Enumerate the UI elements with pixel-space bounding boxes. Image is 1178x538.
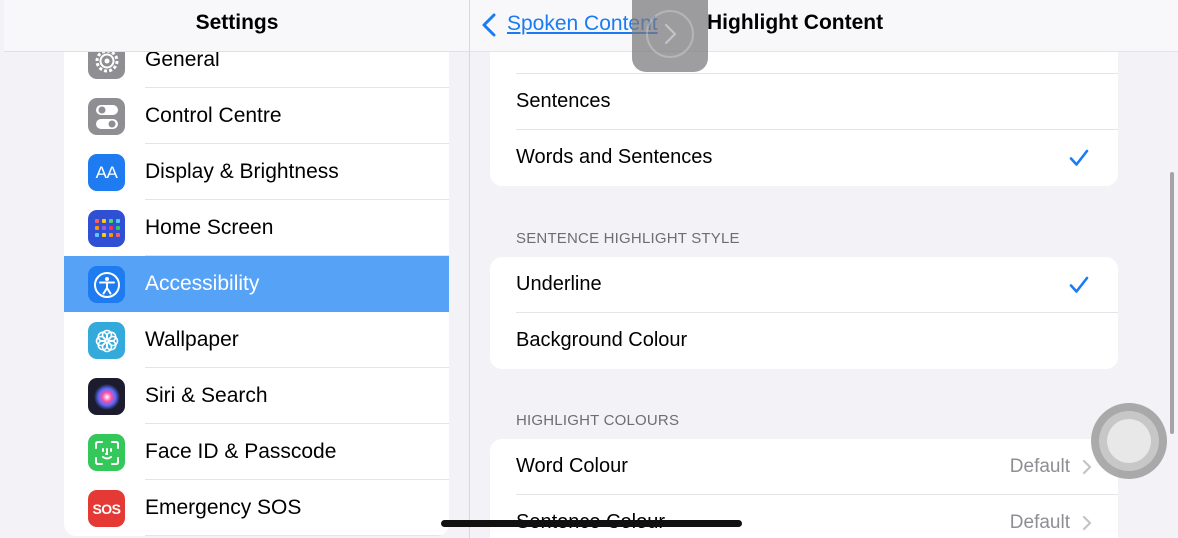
sidebar-item-emergency-sos[interactable]: SOS Emergency SOS [64, 480, 449, 536]
assistive-touch-center [1107, 419, 1151, 463]
detail-header: Spoken Content Highlight Content [470, 0, 1178, 52]
section-header-highlight-colours: HIGHLIGHT COLOURS [516, 412, 680, 429]
sidebar-item-siri-search[interactable]: Siri & Search [64, 368, 449, 424]
detail-pane: Words Sentences Words and Sentences SENT… [470, 0, 1178, 538]
option-words-and-sentences[interactable]: Words and Sentences [490, 130, 1118, 186]
sidebar-item-label: Control Centre [145, 104, 282, 127]
chevron-right-icon [1082, 459, 1092, 475]
sos-glyph: SOS [92, 500, 121, 517]
option-underline[interactable]: Underline [490, 257, 1118, 313]
section-header-sentence-style: SENTENCE HIGHLIGHT STYLE [516, 230, 740, 247]
sidebar-item-label: Siri & Search [145, 384, 268, 407]
chevron-left-icon[interactable] [478, 12, 500, 38]
chevron-right-icon [1082, 515, 1092, 531]
chevron-right-icon [646, 10, 694, 58]
forward-gesture-overlay[interactable] [632, 0, 708, 72]
sentence-style-group: Underline Background Colour [490, 257, 1118, 369]
sidebar-item-accessibility[interactable]: Accessibility [64, 256, 449, 312]
option-background-colour[interactable]: Background Colour [490, 313, 1118, 369]
option-value: Default [1009, 456, 1070, 477]
sidebar-item-label: Display & Brightness [145, 160, 339, 183]
sidebar-item-control-centre[interactable]: Control Centre [64, 88, 449, 144]
text-size-icon: AA [88, 154, 125, 191]
switches-icon [88, 98, 125, 135]
assistive-touch-button[interactable] [1091, 403, 1167, 479]
sidebar-item-label: Face ID & Passcode [145, 440, 337, 463]
app-grid-icon [88, 210, 125, 247]
sos-icon: SOS [88, 490, 125, 527]
sidebar-item-home-screen[interactable]: Home Screen [64, 200, 449, 256]
siri-icon [88, 378, 125, 415]
sidebar-item-label: Emergency SOS [145, 496, 302, 519]
checkmark-icon [1069, 276, 1089, 293]
page-title: Highlight Content [707, 11, 884, 34]
flower-icon [88, 322, 125, 359]
option-sentences[interactable]: Sentences [490, 74, 1118, 130]
scrollbar[interactable] [1170, 172, 1174, 434]
sidebar-item-face-id-passcode[interactable]: Face ID & Passcode [64, 424, 449, 480]
word-colour-row[interactable]: Word Colour Default [490, 439, 1118, 495]
face-id-icon [88, 434, 125, 471]
settings-sidebar: Settings General Control Centre AA Displ… [4, 0, 470, 538]
checkmark-icon [1069, 149, 1089, 166]
sidebar-item-label: Accessibility [145, 272, 260, 295]
sidebar-item-label: Home Screen [145, 216, 274, 239]
option-value: Default [1009, 512, 1070, 533]
home-indicator[interactable] [441, 520, 742, 527]
option-label: Words and Sentences [516, 146, 713, 168]
sidebar-item-label: Wallpaper [145, 328, 239, 351]
sidebar-title: Settings [195, 11, 279, 34]
option-label: Background Colour [516, 329, 688, 351]
sidebar-item-wallpaper[interactable]: Wallpaper [64, 312, 449, 368]
option-label: Word Colour [516, 455, 628, 477]
option-label: Sentences [516, 90, 611, 112]
text-size-glyph: AA [95, 162, 118, 182]
divider [145, 535, 449, 536]
pane-divider [469, 0, 470, 538]
sidebar-header: Settings [4, 0, 470, 52]
sidebar-item-display-brightness[interactable]: AA Display & Brightness [64, 144, 449, 200]
option-label: Underline [516, 273, 602, 295]
sentence-colour-row[interactable]: Sentence Colour Default [490, 495, 1118, 538]
accessibility-icon [88, 266, 125, 303]
settings-list: General Control Centre AA Display & Brig… [64, 32, 449, 536]
